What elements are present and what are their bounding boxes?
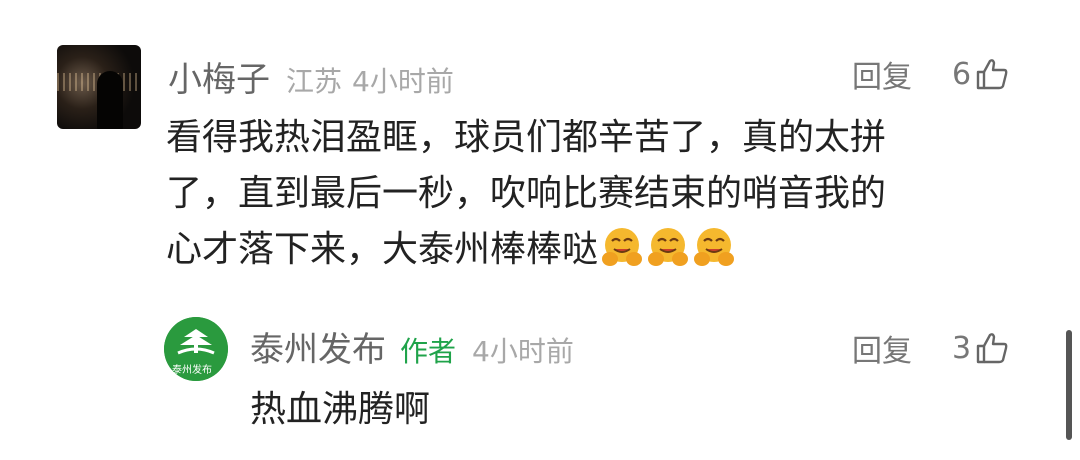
thumbs-up-icon[interactable] <box>975 57 1009 91</box>
reply-actions: 回复 3 <box>852 326 1009 370</box>
comment-thread: 小梅子 江苏 4小时前 回复 6 看得我热泪盈眶，球员们都辛苦了，真的太拼 了，… <box>0 0 1080 460</box>
hug-face-emoji <box>648 228 689 266</box>
author-badge: 作者 <box>400 335 457 368</box>
reply-button[interactable]: 回复 <box>852 52 912 96</box>
reply-header: 泰州发布 作者 4小时前 <box>250 322 574 371</box>
reply-time: 4小时前 <box>472 335 574 368</box>
comment-actions: 回复 6 <box>852 52 1009 96</box>
comment-line: 看得我热泪盈眶，球员们都辛苦了，真的太拼 <box>166 117 887 158</box>
hug-face-emoji <box>694 228 735 266</box>
like-count: 6 <box>952 56 972 92</box>
reply-body: 热血沸腾啊 <box>250 389 431 430</box>
like-count: 3 <box>952 330 972 366</box>
comment-header: 小梅子 江苏 4小时前 <box>168 52 454 101</box>
comment-time: 4小时前 <box>352 65 454 98</box>
comment-line-last: 心才落下来，大泰州棒棒哒 <box>166 222 886 278</box>
hug-face-emoji <box>602 228 643 266</box>
reply-username[interactable]: 泰州发布 <box>250 322 386 371</box>
comment-body: 看得我热泪盈眶，球员们都辛苦了，真的太拼 了，直到最后一秒，吹响比赛结束的哨音我… <box>166 110 886 278</box>
scrollbar[interactable] <box>1066 330 1072 440</box>
author-avatar-text: 泰州发布 <box>172 365 212 376</box>
comment-username[interactable]: 小梅子 <box>168 52 270 101</box>
comment-line: 了，直到最后一秒，吹响比赛结束的哨音我的 <box>166 173 887 214</box>
reply-button[interactable]: 回复 <box>852 326 912 370</box>
author-avatar[interactable]: 泰州发布 <box>164 317 228 381</box>
comment-location: 江苏 <box>286 65 343 98</box>
thumbs-up-icon[interactable] <box>975 331 1009 365</box>
comment-line: 心才落下来，大泰州棒棒哒 <box>166 229 599 270</box>
avatar-figure <box>97 71 123 129</box>
avatar[interactable] <box>57 45 141 129</box>
